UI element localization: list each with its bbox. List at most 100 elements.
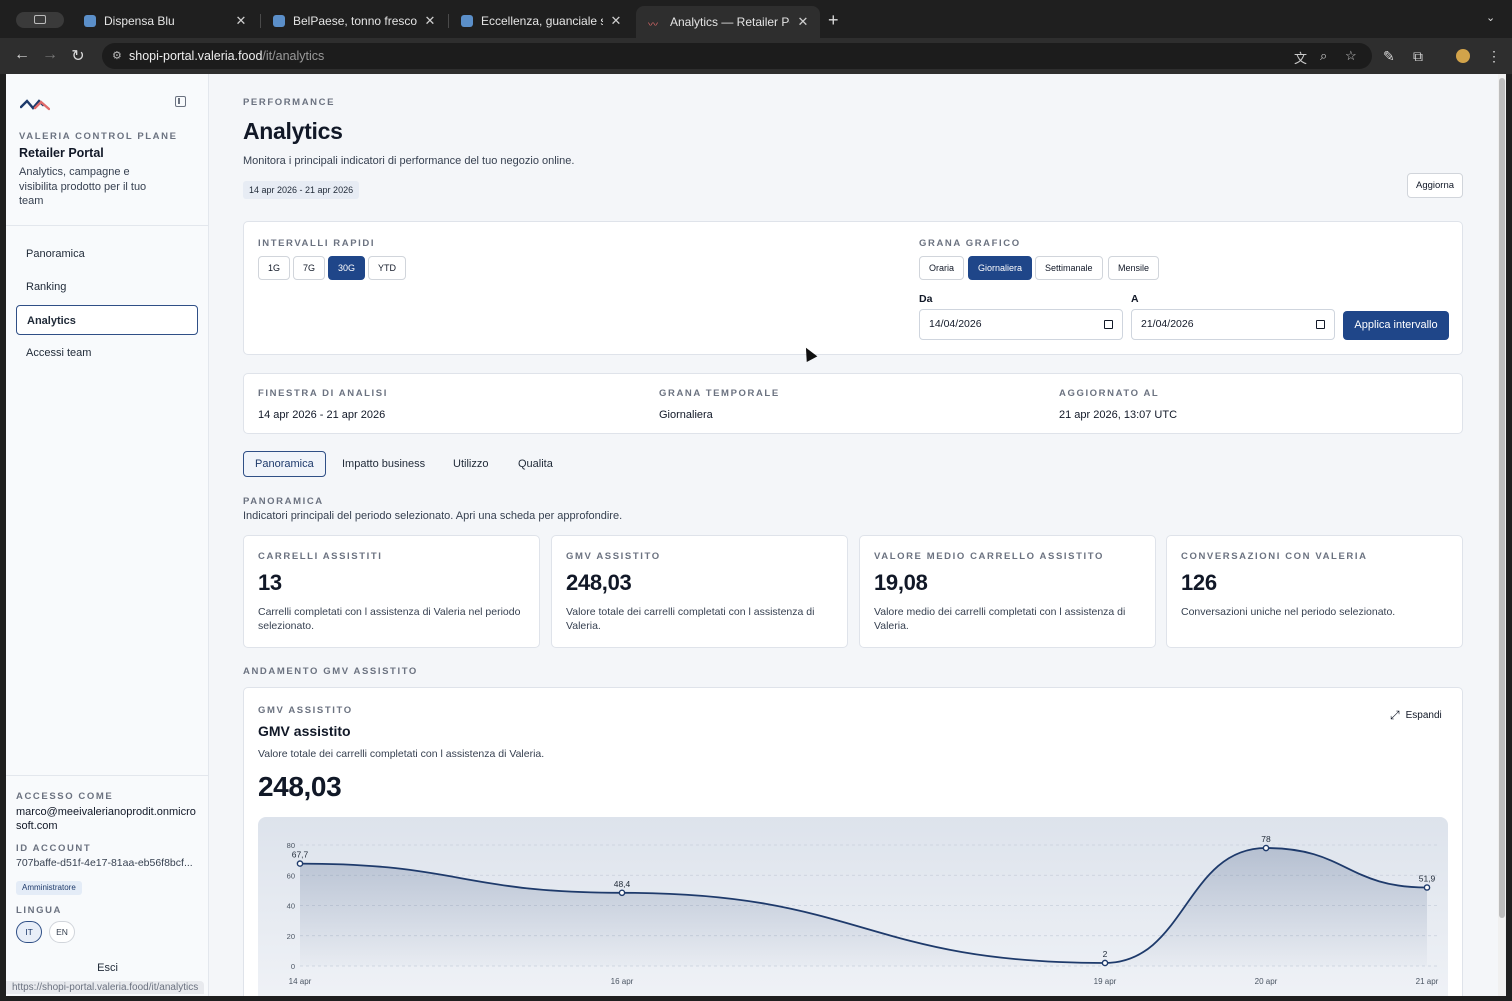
to-date-input[interactable]: 21/04/2026	[1131, 309, 1335, 340]
chart-grain-label: GRANA GRAFICO	[919, 238, 1021, 249]
data-label: 67,7	[292, 850, 309, 860]
zoom-icon[interactable]: ⌕	[1320, 48, 1327, 64]
x-tick-label: 16 apr	[611, 977, 634, 986]
bookmark-star-icon[interactable]: ☆	[1345, 48, 1357, 64]
sidebar-item-analytics[interactable]: Analytics	[16, 305, 198, 335]
quick-ranges-label: INTERVALLI RAPIDI	[258, 238, 376, 249]
language-it-button[interactable]: IT	[16, 921, 42, 943]
browser-menu-icon[interactable]: ⋮	[1487, 48, 1501, 65]
tab-search-chevron-icon[interactable]: ⌄	[1486, 11, 1495, 24]
sidebar-item-panoramica[interactable]: Panoramica	[16, 239, 198, 269]
calendar-icon[interactable]	[1104, 320, 1113, 329]
data-point	[1423, 884, 1431, 891]
grain-oraria[interactable]: Oraria	[919, 256, 965, 280]
filters-card: INTERVALLI RAPIDI 1G 7G 30G YTD GRANA GR…	[243, 221, 1463, 355]
close-tab-icon[interactable]: ✕	[234, 13, 248, 29]
sidebar-item-ranking[interactable]: Ranking	[16, 272, 198, 302]
language-en-button[interactable]: EN	[49, 921, 75, 943]
updated-at: AGGIORNATO AL 21 apr 2026, 13:07 UTC	[1059, 388, 1177, 421]
data-point	[1101, 959, 1109, 967]
new-tab-icon[interactable]: +	[828, 10, 839, 31]
kpi-label: VALORE MEDIO CARRELLO ASSISTITO	[874, 551, 1104, 562]
updated-at-label: AGGIORNATO AL	[1059, 388, 1160, 399]
from-date-label: Da	[919, 293, 933, 305]
collapse-sidebar-icon[interactable]	[175, 96, 186, 107]
data-label: 2	[1103, 949, 1108, 959]
tab-panoramica[interactable]: Panoramica	[243, 451, 326, 477]
trend-section-label: ANDAMENTO GMV ASSISTITO	[243, 666, 418, 677]
gmv-chart-card: GMV ASSISTITO GMV assistito Valore total…	[243, 687, 1463, 996]
kpi-card-conversazioni[interactable]: CONVERSAZIONI CON VALERIA 126 Conversazi…	[1166, 535, 1463, 648]
quick-range-ytd[interactable]: YTD	[368, 256, 406, 280]
browser-tab-analytics[interactable]: 〰 Analytics — Retailer Portal ✕	[636, 6, 820, 38]
apply-range-button[interactable]: Applica intervallo	[1343, 311, 1449, 340]
data-point	[296, 860, 304, 867]
sidebar-item-accessi-team[interactable]: Accessi team	[16, 338, 198, 368]
y-tick-label: 40	[287, 902, 295, 911]
kpi-label: CARRELLI ASSISTITI	[258, 551, 383, 562]
x-tick-label: 19 apr	[1094, 977, 1117, 986]
grain-mensile[interactable]: Mensile	[1108, 256, 1160, 280]
logout-button[interactable]: Esci	[6, 962, 209, 974]
y-tick-label: 60	[287, 871, 295, 880]
sidebar-title: Retailer Portal	[19, 146, 104, 160]
y-tick-label: 0	[291, 962, 295, 971]
sidebar-eyebrow: VALERIA CONTROL PLANE	[19, 131, 178, 142]
quick-range-30g[interactable]: 30G	[328, 256, 366, 280]
chart-description: Valore totale dei carrelli completati co…	[258, 748, 545, 760]
kpi-description: Valore totale dei carrelli completati co…	[566, 606, 815, 632]
quick-range-7g[interactable]: 7G	[293, 256, 326, 280]
quick-range-1g[interactable]: 1G	[258, 256, 291, 280]
tab-impatto-business[interactable]: Impatto business	[330, 451, 437, 477]
scrollbar-thumb[interactable]	[1499, 78, 1505, 918]
analysis-window-value: 14 apr 2026 - 21 apr 2026	[258, 409, 386, 421]
refresh-button[interactable]: Aggiorna	[1407, 173, 1463, 198]
gmv-area-chart: 02040608067,714 apr48,416 apr219 apr7820…	[287, 834, 1439, 986]
sidebar-divider	[6, 225, 209, 226]
data-point	[618, 889, 626, 897]
grain-settimanale[interactable]: Settimanale	[1035, 256, 1103, 280]
pen-extension-icon[interactable]: ✎	[1383, 48, 1395, 65]
forward-icon[interactable]: →	[40, 46, 60, 64]
from-date-value: 14/04/2026	[929, 318, 982, 330]
profile-avatar[interactable]	[1456, 49, 1470, 63]
browser-tab-bar: Dispensa Blu ✕ BelPaese, tonno fresco a …	[0, 0, 1512, 38]
data-label: 78	[1261, 834, 1271, 844]
valeria-logo-icon	[20, 99, 50, 111]
extensions-puzzle-icon[interactable]: ⧉	[1413, 48, 1423, 65]
analysis-window-label: FINESTRA DI ANALISI	[258, 388, 388, 399]
kpi-card-gmv[interactable]: GMV ASSISTITO 248,03 Valore totale dei c…	[551, 535, 848, 648]
close-tab-icon[interactable]: ✕	[796, 14, 810, 30]
close-tab-icon[interactable]: ✕	[423, 13, 437, 29]
kpi-label: CONVERSAZIONI CON VALERIA	[1181, 551, 1368, 562]
grain-giornaliera[interactable]: Giornaliera	[968, 256, 1033, 280]
from-date-input[interactable]: 14/04/2026	[919, 309, 1123, 340]
expand-icon: ⤢	[1390, 708, 1400, 722]
chart-eyebrow: GMV ASSISTITO	[258, 705, 353, 716]
account-id: 707baffe-d51f-4e17-81aa-eb56f8bcf...	[16, 857, 193, 869]
tab-qualita[interactable]: Qualita	[506, 451, 565, 477]
reload-icon[interactable]: ↻	[68, 46, 88, 66]
browser-tab-belpaese[interactable]: BelPaese, tonno fresco a tran ✕	[261, 8, 447, 34]
role-badge: Amministratore	[16, 881, 82, 895]
browser-tab-eccellenza[interactable]: Eccellenza, guanciale stagion ✕	[449, 8, 633, 34]
kpi-card-valore-medio[interactable]: VALORE MEDIO CARRELLO ASSISTITO 19,08 Va…	[859, 535, 1156, 648]
close-tab-icon[interactable]: ✕	[609, 13, 623, 29]
kpi-value: 248,03	[566, 570, 632, 595]
expand-chart-button[interactable]: ⤢ Espandi	[1390, 708, 1442, 723]
page-scrollbar[interactable]	[1498, 74, 1506, 996]
page-subtitle: Monitora i principali indicatori di perf…	[243, 155, 575, 167]
kpi-card-carrelli[interactable]: CARRELLI ASSISTITI 13 Carrelli completat…	[243, 535, 540, 648]
window-switcher-icon[interactable]	[16, 12, 64, 28]
valeria-favicon-icon: 〰	[648, 20, 658, 31]
kpi-value: 13	[258, 570, 282, 595]
page-title: Analytics	[243, 118, 343, 144]
tab-utilizzo[interactable]: Utilizzo	[441, 451, 500, 477]
browser-tab-dispensa-blu[interactable]: Dispensa Blu ✕	[72, 8, 258, 34]
translate-icon[interactable]: 文	[1294, 48, 1307, 67]
calendar-icon[interactable]	[1316, 320, 1325, 329]
language-label: LINGUA	[16, 905, 63, 916]
site-settings-icon[interactable]: ⚙	[112, 49, 124, 62]
back-icon[interactable]: ←	[12, 46, 32, 64]
address-bar[interactable]: ⚙ shopi-portal.valeria.food/it/analytics…	[102, 43, 1372, 69]
